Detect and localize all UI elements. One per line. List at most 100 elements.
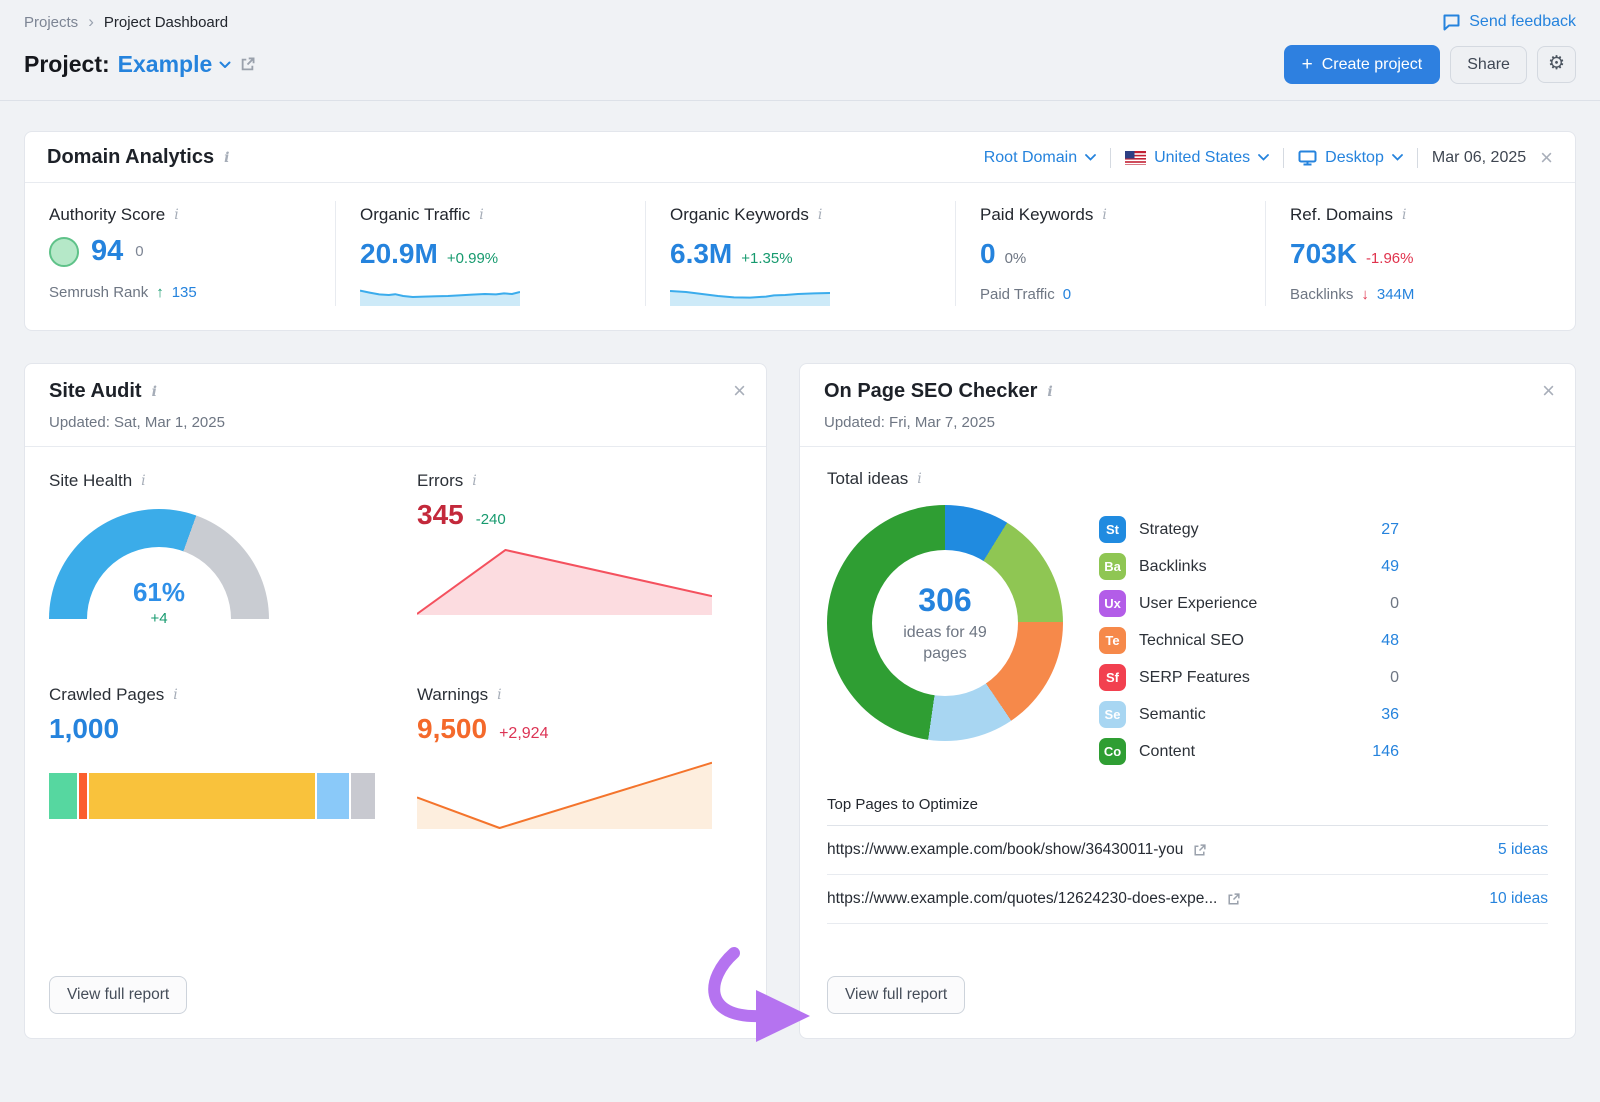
site-audit-panel: Site Audit i Updated: Sat, Mar 1, 2025 ×… <box>24 363 767 1039</box>
seo-checker-title: On Page SEO Checker <box>824 380 1037 403</box>
site-health-widget: Site Health i 61% +4 <box>49 471 389 627</box>
breadcrumb-projects[interactable]: Projects <box>24 14 78 31</box>
root-domain-dropdown[interactable]: Root Domain <box>984 149 1096 167</box>
info-icon[interactable]: i <box>173 687 177 703</box>
site-health-label: Site Health <box>49 471 132 491</box>
root-domain-label: Root Domain <box>984 149 1077 167</box>
divider <box>1283 148 1284 168</box>
close-icon[interactable]: × <box>1542 380 1555 402</box>
organic-traffic-value[interactable]: 20.9M <box>360 238 438 270</box>
crawled-pages-bar <box>49 773 369 819</box>
share-button[interactable]: Share <box>1450 46 1527 84</box>
warnings-value[interactable]: 9,500 <box>417 713 487 745</box>
chevron-down-icon <box>1392 154 1403 161</box>
info-icon[interactable]: i <box>818 207 822 223</box>
legend-row-user-experience: Ux User Experience 0 <box>1099 585 1399 622</box>
plus-icon: + <box>1302 55 1313 74</box>
top-bar: Projects › Project Dashboard Send feedba… <box>0 0 1600 101</box>
info-icon[interactable]: i <box>1047 384 1052 400</box>
semantic-count[interactable]: 36 <box>1381 706 1399 724</box>
page-ideas-link[interactable]: 5 ideas <box>1498 841 1548 859</box>
user-experience-count[interactable]: 0 <box>1390 595 1399 613</box>
seo-checker-view-full-report-button[interactable]: View full report <box>827 976 965 1014</box>
organic-traffic-delta: +0.99% <box>447 250 498 267</box>
external-link-icon[interactable] <box>239 56 256 73</box>
chevron-down-icon <box>1258 154 1269 161</box>
info-icon[interactable]: i <box>1102 207 1106 223</box>
breadcrumb: Projects › Project Dashboard <box>24 12 228 32</box>
legend-row-technical-seo: Te Technical SEO 48 <box>1099 622 1399 659</box>
settings-button[interactable]: ⚙ <box>1537 46 1576 83</box>
serp-features-badge-icon: Sf <box>1099 664 1126 691</box>
info-icon[interactable]: i <box>472 473 476 489</box>
info-icon[interactable]: i <box>1402 207 1406 223</box>
legend-row-content: Co Content 146 <box>1099 733 1399 770</box>
domain-analytics-panel: Domain Analytics i Root Domain United <box>24 131 1576 331</box>
organic-keywords-value[interactable]: 6.3M <box>670 238 732 270</box>
page-ideas-link[interactable]: 10 ideas <box>1489 890 1548 908</box>
info-icon[interactable]: i <box>152 384 157 400</box>
page-row: https://www.example.com/book/show/364300… <box>827 826 1548 875</box>
chevron-down-icon <box>219 61 231 69</box>
ideas-legend: St Strategy 27 Ba Backlinks 49 Ux User E… <box>1099 511 1399 770</box>
errors-label: Errors <box>417 471 463 491</box>
backlinks-count[interactable]: 49 <box>1381 558 1399 576</box>
backlinks-value[interactable]: 344M <box>1377 286 1415 303</box>
seo-checker-updated: Updated: Fri, Mar 7, 2025 <box>824 414 1551 431</box>
warnings-trend-chart <box>417 759 712 829</box>
arrow-down-icon: ↓ <box>1361 286 1369 303</box>
close-icon[interactable]: × <box>733 380 746 402</box>
info-icon[interactable]: i <box>917 471 921 487</box>
page-title: Project: Example <box>24 51 256 78</box>
project-label: Project: <box>24 51 110 78</box>
strategy-count[interactable]: 27 <box>1381 521 1399 539</box>
create-project-button[interactable]: + Create project <box>1284 45 1441 84</box>
device-dropdown[interactable]: Desktop <box>1298 149 1403 167</box>
backlinks-badge-icon: Ba <box>1099 553 1126 580</box>
content-count[interactable]: 146 <box>1372 743 1399 761</box>
paid-traffic-value[interactable]: 0 <box>1063 286 1071 303</box>
paid-keywords-value[interactable]: 0 <box>980 238 996 270</box>
country-dropdown[interactable]: United States <box>1125 149 1269 167</box>
site-audit-view-full-report-button[interactable]: View full report <box>49 976 187 1014</box>
ref-domains-delta: -1.96% <box>1366 250 1414 267</box>
technical-seo-count[interactable]: 48 <box>1381 632 1399 650</box>
external-link-icon[interactable] <box>1226 892 1241 907</box>
errors-value[interactable]: 345 <box>417 499 464 531</box>
crawled-pages-label: Crawled Pages <box>49 685 164 705</box>
organic-keywords-label: Organic Keywords <box>670 205 809 225</box>
organic-traffic-sparkline <box>360 284 520 306</box>
chevron-right-icon: › <box>88 12 94 32</box>
ref-domains-value[interactable]: 703K <box>1290 238 1357 270</box>
info-icon[interactable]: i <box>479 207 483 223</box>
info-icon[interactable]: i <box>174 207 178 223</box>
errors-delta: -240 <box>476 511 506 528</box>
ideas-donut-chart: 306 ideas for 49 pages <box>827 505 1063 741</box>
project-selector[interactable]: Example <box>118 51 232 78</box>
authority-score-metric: Authority Score i 94 0 Semrush Rank ↑ 13… <box>25 201 335 306</box>
site-health-delta: +4 <box>49 610 269 627</box>
send-feedback-link[interactable]: Send feedback <box>1442 13 1576 31</box>
top-pages-section: Top Pages to Optimize https://www.exampl… <box>827 796 1548 924</box>
info-icon[interactable]: i <box>497 687 501 703</box>
info-icon[interactable]: i <box>141 473 145 489</box>
create-project-label: Create project <box>1322 56 1423 74</box>
external-link-icon[interactable] <box>1192 843 1207 858</box>
project-name: Example <box>118 51 213 78</box>
feedback-bubble-icon <box>1442 14 1461 31</box>
content-badge-icon: Co <box>1099 738 1126 765</box>
paid-traffic-label: Paid Traffic <box>980 286 1055 303</box>
close-icon[interactable]: × <box>1540 147 1553 169</box>
authority-score-secondary: 0 <box>135 243 143 260</box>
serp-features-count[interactable]: 0 <box>1390 669 1399 687</box>
paid-keywords-metric: Paid Keywords i 0 0% Paid Traffic 0 <box>955 201 1265 306</box>
us-flag-icon <box>1125 151 1146 165</box>
organic-traffic-metric: Organic Traffic i 20.9M +0.99% <box>335 201 645 306</box>
divider <box>1417 148 1418 168</box>
paid-keywords-delta: 0% <box>1005 250 1027 267</box>
semrush-rank-value[interactable]: 135 <box>172 284 197 301</box>
authority-score-label: Authority Score <box>49 205 165 225</box>
site-health-value: 61% <box>49 577 269 608</box>
info-icon[interactable]: i <box>224 150 229 166</box>
crawled-pages-value[interactable]: 1,000 <box>49 713 119 745</box>
